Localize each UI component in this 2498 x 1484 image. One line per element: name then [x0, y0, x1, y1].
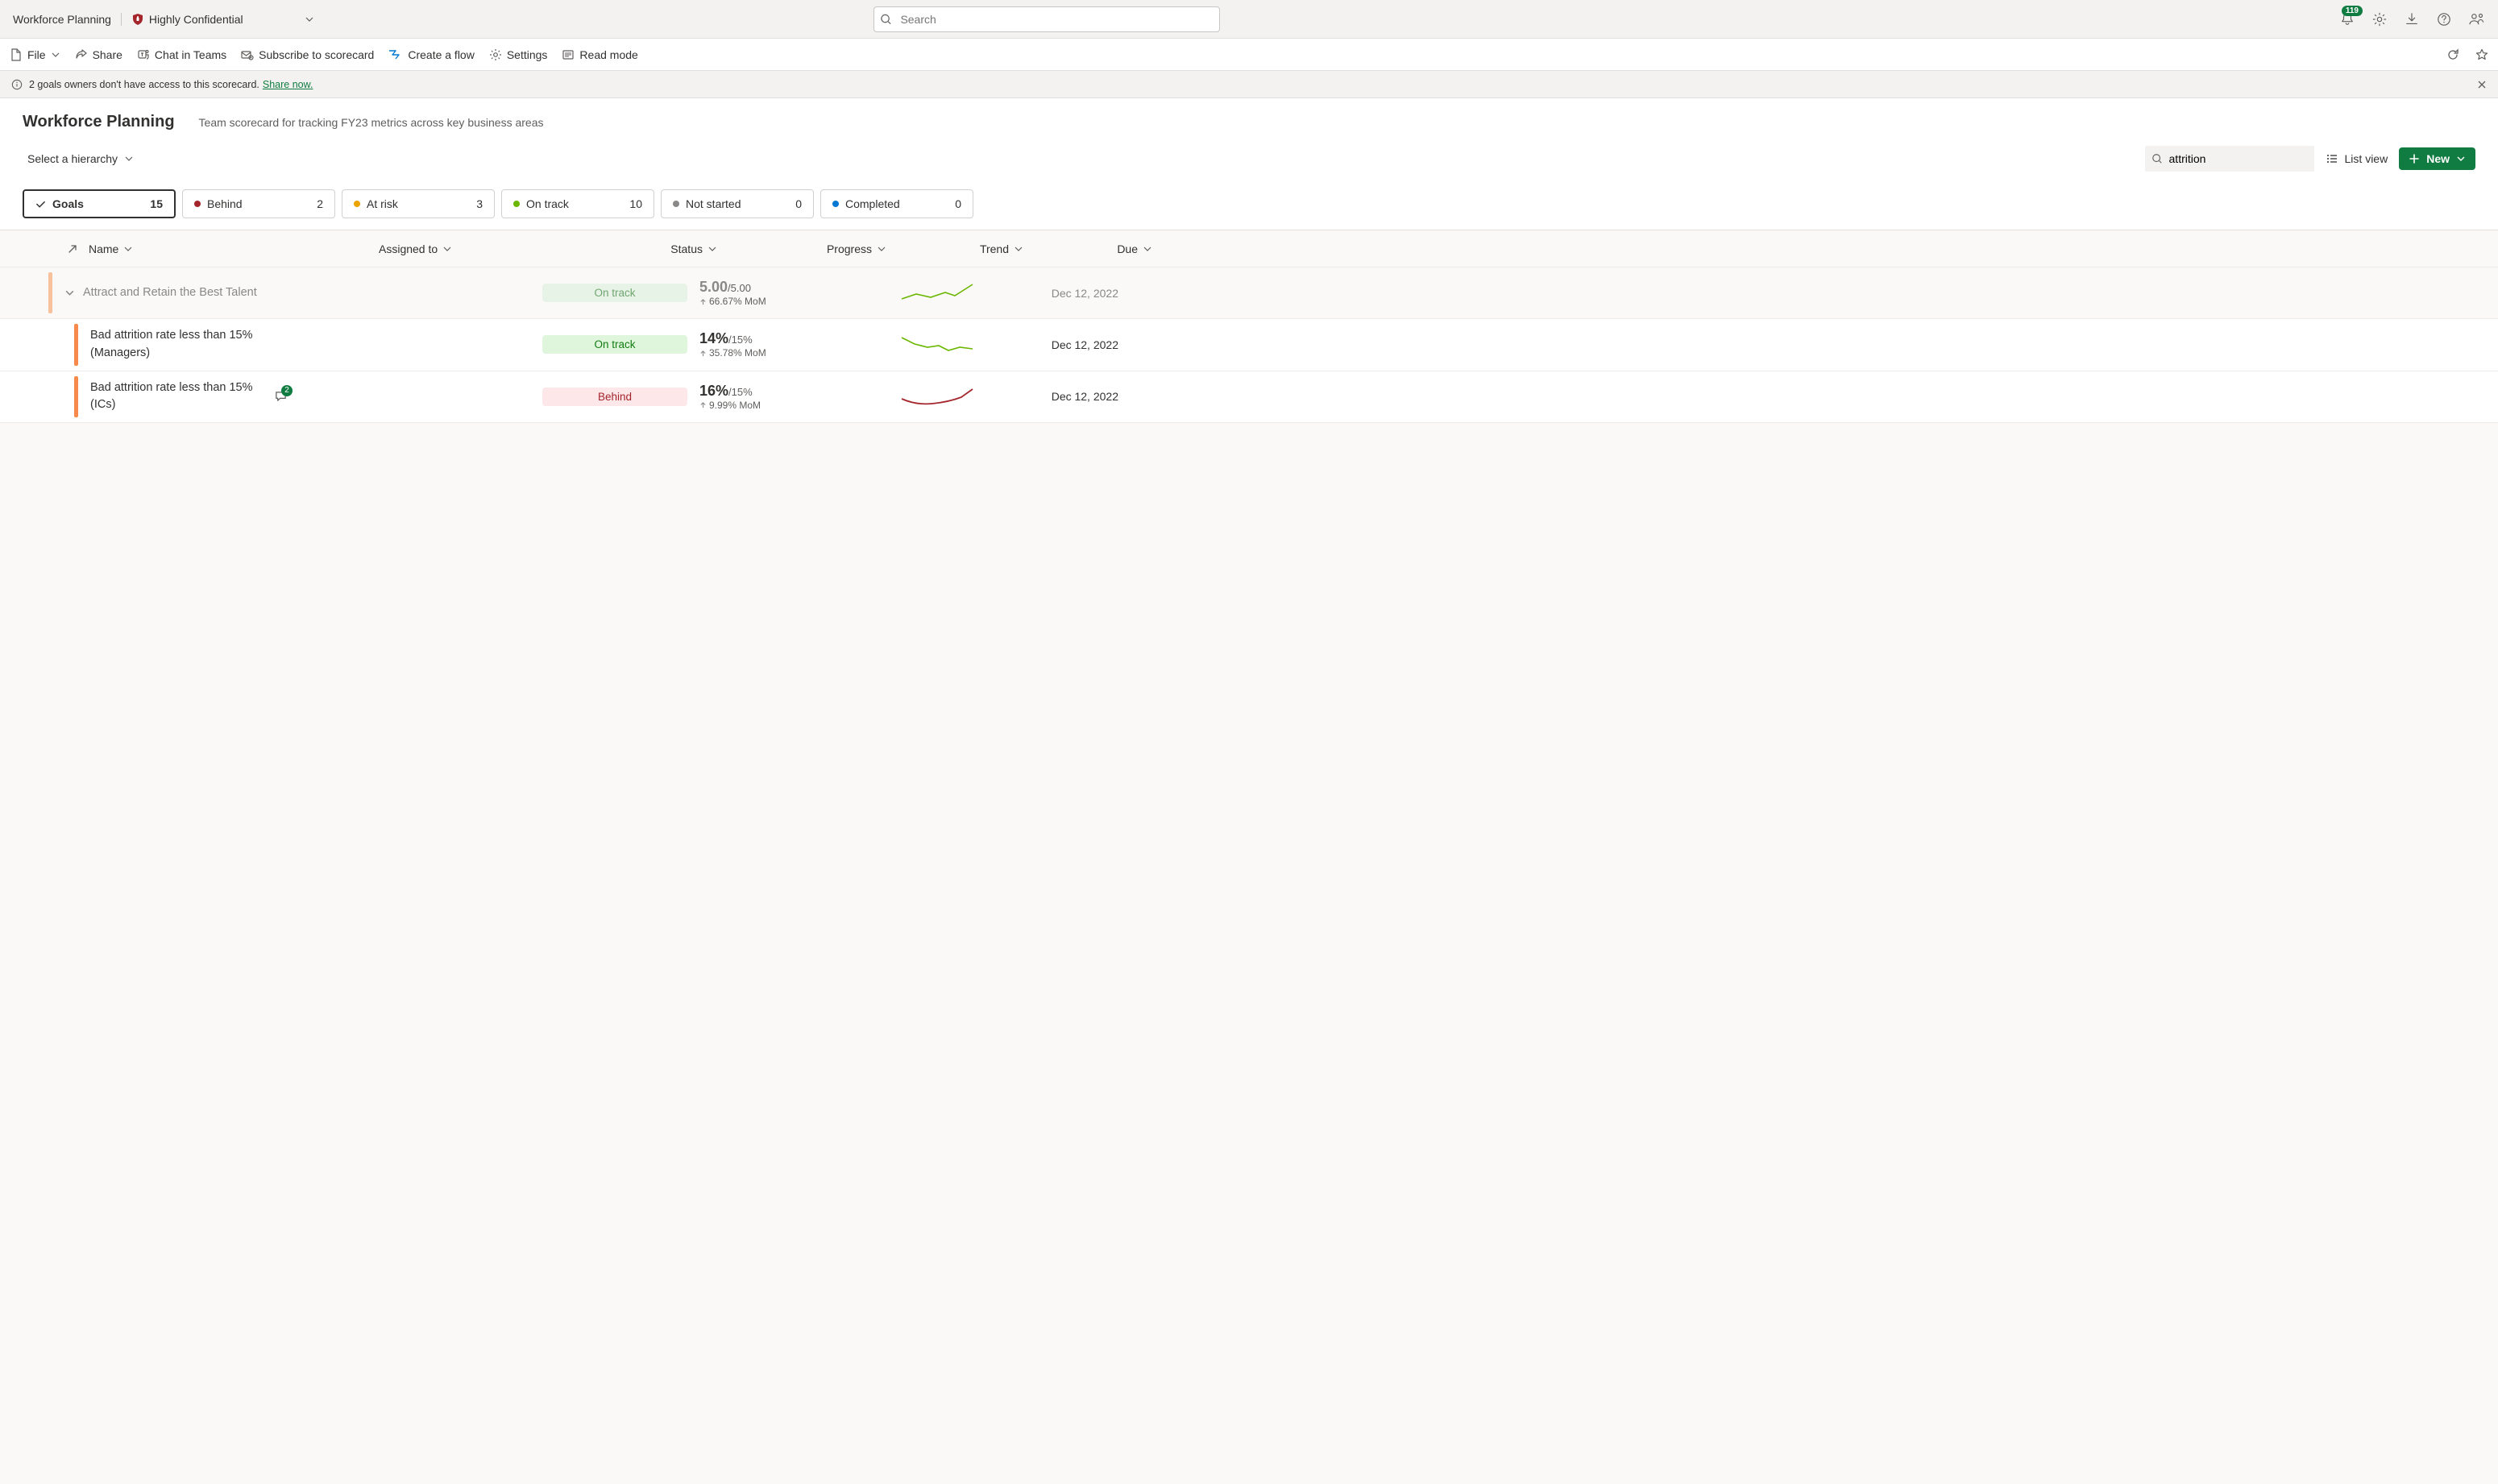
dot-icon [832, 201, 839, 207]
goal-row[interactable]: Bad attrition rate less than 15% (Manage… [0, 319, 2498, 371]
search-icon [2152, 153, 2163, 164]
status-pill-completed[interactable]: Completed 0 [820, 189, 973, 218]
goal-name: Bad attrition rate less than 15% (ICs) [90, 379, 259, 415]
favorite-button[interactable] [2475, 48, 2488, 61]
due-date: Dec 12, 2022 [1006, 338, 1118, 351]
row-accent-bar [74, 324, 78, 366]
hierarchy-selector[interactable]: Select a hierarchy [23, 149, 139, 168]
file-menu[interactable]: File [10, 48, 60, 61]
trend-sparkline [869, 333, 1006, 357]
column-header-progress[interactable]: Progress [733, 242, 903, 255]
list-view-toggle[interactable]: List view [2326, 152, 2388, 165]
status-badge: On track [542, 335, 687, 354]
status-pill-goals[interactable]: Goals 15 [23, 189, 176, 218]
table-header: Name Assigned to Status Progress Trend D… [0, 230, 2498, 267]
row-accent-bar [74, 376, 78, 418]
status-filter-row: Goals 15 Behind 2 At risk 3 On track 10 … [0, 178, 2498, 230]
comments-button[interactable]: 2 [274, 390, 288, 404]
status-pill-ontrack[interactable]: On track 10 [501, 189, 654, 218]
goal-name: Attract and Retain the Best Talent [83, 284, 257, 302]
comment-count: 2 [281, 385, 293, 396]
filter-search [2145, 146, 2314, 172]
trend-sparkline [869, 384, 1006, 408]
expand-all-button[interactable] [56, 243, 89, 255]
filter-search-input[interactable] [2145, 146, 2314, 172]
app-title: Workforce Planning [13, 13, 122, 26]
progress-value: 16%/15% [699, 383, 753, 400]
status-pill-notstarted[interactable]: Not started 0 [661, 189, 814, 218]
download-button[interactable] [2405, 12, 2419, 27]
create-flow-button[interactable]: Create a flow [388, 48, 474, 61]
check-icon [35, 199, 46, 209]
info-bar: 2 goals owners don't have access to this… [0, 71, 2498, 98]
due-date: Dec 12, 2022 [1006, 287, 1118, 300]
dot-icon [194, 201, 201, 207]
column-header-due[interactable]: Due [1039, 242, 1152, 255]
chat-teams-button[interactable]: Chat in Teams [137, 48, 226, 61]
status-badge: Behind [542, 388, 687, 406]
share-button[interactable]: Share [75, 48, 122, 61]
dot-icon [354, 201, 360, 207]
sensitivity-dropdown[interactable]: Highly Confidential [122, 13, 314, 26]
status-pill-behind[interactable]: Behind 2 [182, 189, 335, 218]
search-icon [880, 13, 892, 25]
column-header-status[interactable]: Status [564, 242, 733, 255]
chevron-down-icon [305, 15, 314, 24]
column-header-assigned[interactable]: Assigned to [379, 242, 564, 255]
column-header-name[interactable]: Name [89, 242, 379, 255]
info-message: 2 goals owners don't have access to this… [29, 79, 259, 90]
due-date: Dec 12, 2022 [1006, 390, 1118, 403]
status-badge: On track [542, 284, 687, 302]
progress-value: 5.00/5.00 [699, 279, 751, 296]
page-description: Team scorecard for tracking FY23 metrics… [199, 116, 544, 129]
command-bar: File Share Chat in Teams Subscribe to sc… [0, 39, 2498, 71]
global-search [873, 6, 1220, 32]
read-mode-button[interactable]: Read mode [562, 48, 637, 61]
sensitivity-label: Highly Confidential [149, 13, 243, 26]
shield-icon [131, 13, 144, 26]
titlebar: Workforce Planning Highly Confidential 1… [0, 0, 2498, 39]
settings-cmd-button[interactable]: Settings [489, 48, 548, 61]
dot-icon [673, 201, 679, 207]
goal-row[interactable]: Bad attrition rate less than 15% (ICs) 2… [0, 371, 2498, 424]
global-search-input[interactable] [873, 6, 1220, 32]
notifications-button[interactable]: 119 [2340, 12, 2355, 27]
share-now-link[interactable]: Share now. [263, 79, 313, 90]
progress-delta: 35.78% MoM [699, 347, 766, 359]
column-header-trend[interactable]: Trend [903, 242, 1039, 255]
page-header: Workforce Planning Team scorecard for tr… [0, 98, 2498, 178]
trend-sparkline [869, 281, 1006, 305]
subscribe-button[interactable]: Subscribe to scorecard [241, 48, 374, 61]
progress-delta: 9.99% MoM [699, 400, 761, 411]
dot-icon [513, 201, 520, 207]
titlebar-right: 119 [2340, 12, 2485, 27]
refresh-button[interactable] [2446, 48, 2459, 61]
goal-name: Bad attrition rate less than 15% (Manage… [90, 327, 259, 363]
goal-row[interactable]: Attract and Retain the Best Talent On tr… [0, 267, 2498, 319]
goals-table: Name Assigned to Status Progress Trend D… [0, 230, 2498, 1484]
help-button[interactable] [2437, 12, 2451, 27]
new-button[interactable]: New [2399, 147, 2475, 170]
settings-button[interactable] [2372, 12, 2387, 27]
progress-delta: 66.67% MoM [699, 296, 766, 307]
collapse-toggle[interactable] [64, 288, 75, 298]
account-button[interactable] [2469, 12, 2485, 27]
info-icon [11, 79, 23, 90]
progress-value: 14%/15% [699, 330, 753, 347]
status-pill-atrisk[interactable]: At risk 3 [342, 189, 495, 218]
row-accent-bar [48, 272, 52, 313]
notification-badge: 119 [2342, 6, 2363, 16]
close-infobar-button[interactable] [2477, 80, 2487, 89]
page-title: Workforce Planning [23, 113, 175, 131]
